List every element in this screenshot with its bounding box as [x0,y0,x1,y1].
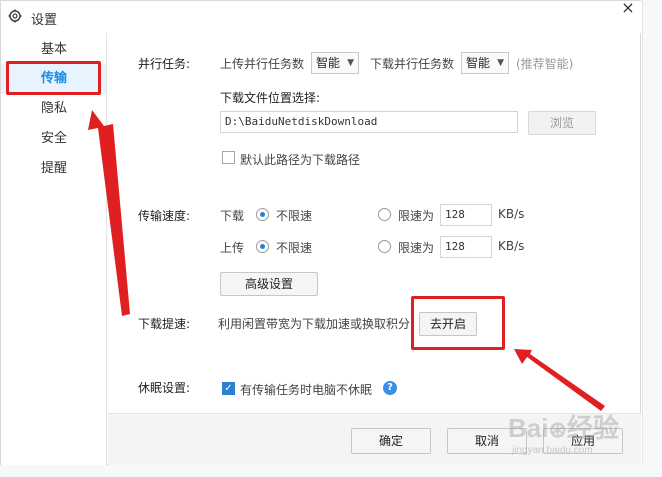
upload-parallel-select[interactable]: 智能 ▼ [311,52,359,74]
upload-limit-field[interactable]: 128 [440,236,492,258]
upload-limit-radio[interactable] [378,240,391,253]
prevent-sleep-label: 有传输任务时电脑不休眠 [240,383,373,397]
sidebar-item-transfer[interactable]: 传输 [1,64,106,94]
baidu-watermark-logo: Bai⊛经验 [508,413,619,443]
upload-unlimited-label: 不限速 [276,241,313,255]
settings-window: 设置 × 基本 传输 隐私 安全 提醒 并行任务: 上传并行任务数 智能 ▼ 下… [0,0,642,465]
close-button[interactable]: × [617,0,639,17]
download-parallel-label: 下载并行任务数 [370,57,455,71]
gear-icon [8,9,22,23]
default-path-label: 默认此路径为下载路径 [240,153,361,167]
download-path-field[interactable]: D:\BaiduNetdiskDownload [220,111,518,133]
default-path-checkbox[interactable] [222,151,235,164]
sidebar-item-privacy[interactable]: 隐私 [1,94,106,124]
sidebar-item-basic[interactable]: 基本 [1,35,106,65]
download-boost-label: 下载提速: [138,317,191,331]
transfer-speed-label: 传输速度: [138,209,191,223]
sidebar-item-security[interactable]: 安全 [1,124,106,154]
parallel-tasks-label: 并行任务: [138,57,191,71]
download-limit-radio[interactable] [378,208,391,221]
upload-unit-label: KB/s [498,239,525,253]
upload-parallel-label: 上传并行任务数 [220,57,305,71]
download-unlimited-radio[interactable] [256,208,269,221]
download-parallel-select[interactable]: 智能 ▼ [461,52,509,74]
help-icon[interactable]: ? [383,381,397,395]
upload-limit-label: 限速为 [398,241,435,255]
transfer-settings-panel: 并行任务: 上传并行任务数 智能 ▼ 下载并行任务数 智能 ▼ (推荐智能) 下… [108,33,641,465]
enable-boost-button[interactable]: 去开启 [419,312,477,336]
download-limit-label: 限速为 [398,209,435,223]
download-location-label: 下载文件位置选择: [220,91,321,105]
background-window-edge [642,0,662,477]
browse-button[interactable]: 浏览 [528,111,596,135]
chevron-down-icon: ▼ [347,58,354,68]
title-bar: 设置 × [1,0,642,33]
upload-speed-label: 上传 [220,241,245,255]
sleep-settings-label: 休眠设置: [138,381,191,395]
advanced-settings-button[interactable]: 高级设置 [220,272,318,296]
download-parallel-value: 智能 [466,56,491,70]
parallel-hint: (推荐智能) [516,57,574,71]
prevent-sleep-checkbox[interactable]: ✓ [222,382,235,395]
download-boost-description: 利用闲置带宽为下载加速或换取积分 [218,317,411,331]
download-speed-label: 下载 [220,209,245,223]
sidebar-item-reminder[interactable]: 提醒 [1,154,106,184]
baidu-watermark-url: jingyan.baidu.com [512,445,593,456]
download-limit-field[interactable]: 128 [440,204,492,226]
background-bottom-edge [0,465,662,477]
upload-unlimited-radio[interactable] [256,240,269,253]
ok-button[interactable]: 确定 [351,428,431,454]
settings-sidebar: 基本 传输 隐私 安全 提醒 [1,33,107,465]
window-title: 设置 [31,13,58,28]
download-unit-label: KB/s [498,207,525,221]
upload-parallel-value: 智能 [316,56,341,70]
download-unlimited-label: 不限速 [276,209,313,223]
chevron-down-icon: ▼ [497,58,504,68]
